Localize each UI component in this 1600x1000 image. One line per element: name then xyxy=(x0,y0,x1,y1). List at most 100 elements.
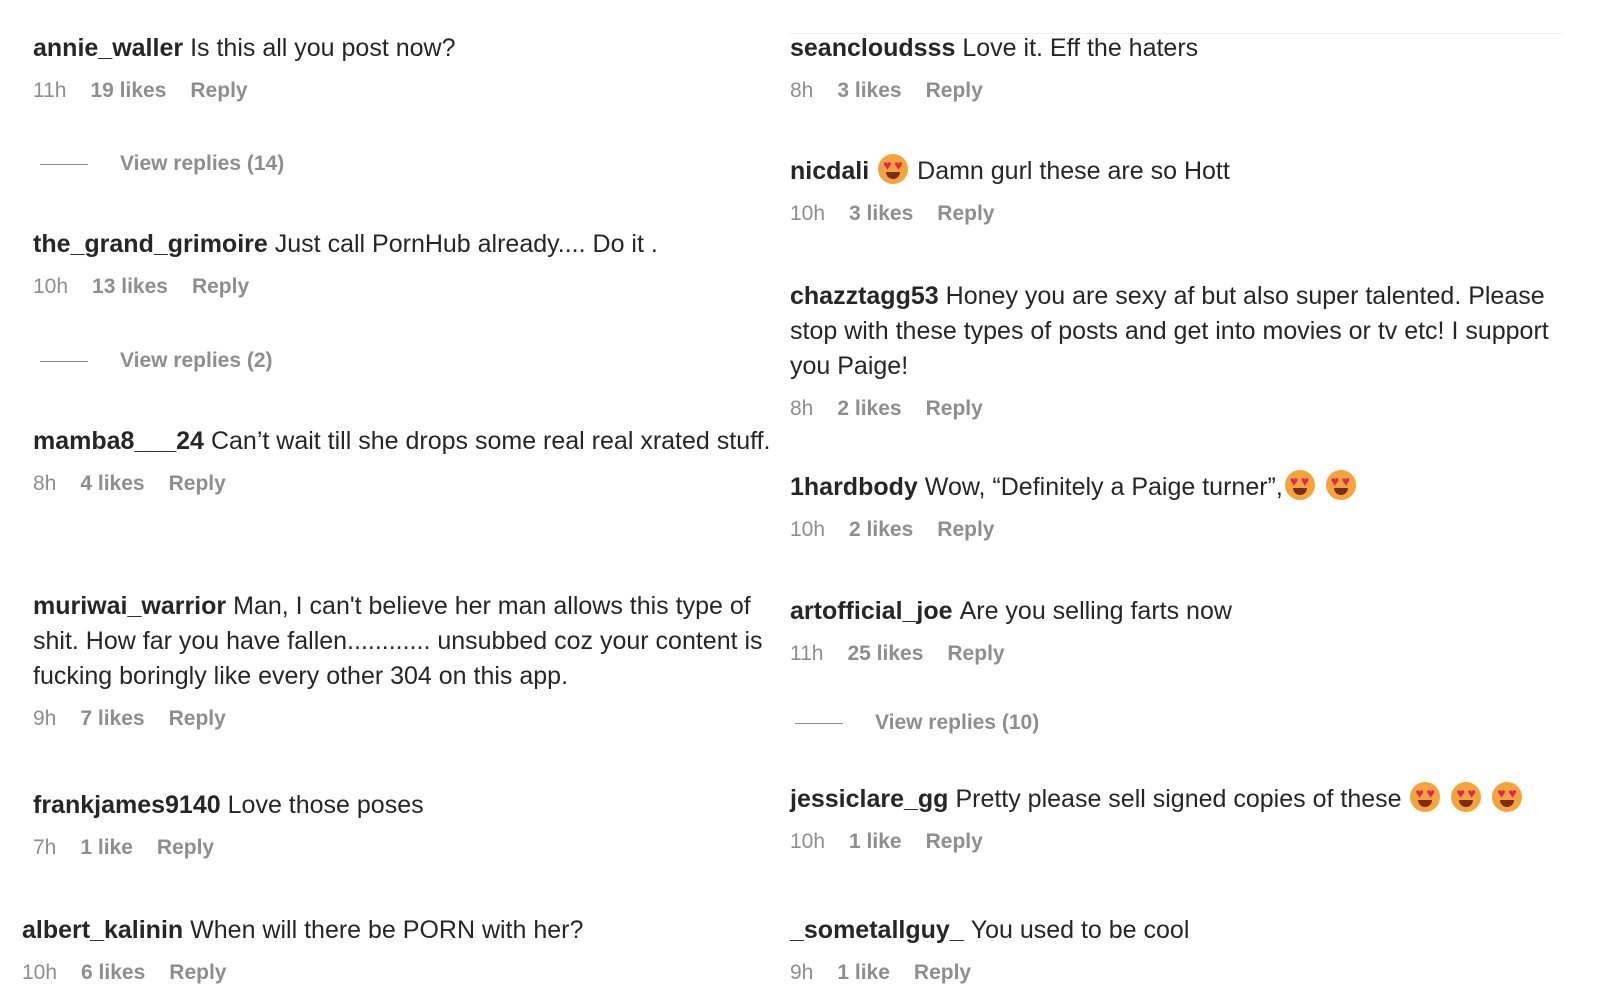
comment-text-block: albert_kalinin When will there be PORN wi… xyxy=(22,913,767,948)
reply-button[interactable]: Reply xyxy=(169,472,226,496)
comment-username[interactable]: muriwai_warrior xyxy=(33,592,226,620)
comment-time[interactable]: 7h xyxy=(33,836,56,860)
comment-username[interactable]: _sometallguy_ xyxy=(790,916,964,944)
comment-text-block: the_grand_grimoire Just call PornHub alre… xyxy=(33,227,778,262)
comment-username[interactable]: mamba8___24 xyxy=(33,427,204,455)
comment-meta: 10h 3 likes Reply xyxy=(790,202,1555,226)
replies-divider-line xyxy=(40,360,88,362)
comment-time[interactable]: 9h xyxy=(790,961,813,985)
comment-meta: 9h 1 like Reply xyxy=(790,961,1555,985)
comment-text-block: nicdali Damn gurl these are so Hott xyxy=(790,154,1555,189)
comment-likes[interactable]: 3 likes xyxy=(849,202,913,226)
comment-meta: 8h 2 likes Reply xyxy=(790,397,1555,421)
view-replies-button[interactable]: View replies (14) xyxy=(40,152,284,176)
comment-likes[interactable]: 13 likes xyxy=(92,275,168,299)
comment-body: Just call PornHub already.... Do it . xyxy=(274,230,658,258)
comment-time[interactable]: 9h xyxy=(33,707,56,731)
comment-username[interactable]: frankjames9140 xyxy=(33,791,221,819)
comment-body: Love it. Eff the haters xyxy=(962,34,1199,62)
comment-text-block: mamba8___24 Can’t wait till she drops som… xyxy=(33,424,778,459)
comment-likes[interactable]: 1 like xyxy=(849,830,902,854)
reply-button[interactable]: Reply xyxy=(926,830,983,854)
comment-likes[interactable]: 7 likes xyxy=(80,707,144,731)
heart-eyes-emoji-icon xyxy=(1410,782,1441,812)
comment-time[interactable]: 11h xyxy=(33,79,66,103)
reply-button[interactable]: Reply xyxy=(190,79,247,103)
comment-likes[interactable]: 2 likes xyxy=(849,518,913,542)
comment-item: frankjames9140 Love those poses 7h 1 like… xyxy=(33,788,778,860)
comment-likes[interactable]: 6 likes xyxy=(81,961,145,985)
view-replies-button[interactable]: View replies (10) xyxy=(795,711,1039,735)
comment-text-block: artofficial_joe Are you selling farts now xyxy=(790,594,1555,629)
reply-button[interactable]: Reply xyxy=(169,961,226,985)
comment-likes[interactable]: 4 likes xyxy=(80,472,144,496)
comment-body: Love those poses xyxy=(227,791,424,819)
comment-item: the_grand_grimoire Just call PornHub alre… xyxy=(33,227,778,299)
comment-text-block: seancloudsss Love it. Eff the haters xyxy=(790,31,1555,66)
comment-likes[interactable]: 1 like xyxy=(80,836,133,860)
comment-likes[interactable]: 19 likes xyxy=(90,79,166,103)
view-replies-label[interactable]: View replies (14) xyxy=(120,152,284,176)
reply-button[interactable]: Reply xyxy=(937,202,994,226)
comment-item: 1hardbody Wow, “Definitely a Paige turner… xyxy=(790,470,1555,542)
replies-divider-line xyxy=(795,722,843,724)
comment-body: When will there be PORN with her? xyxy=(190,916,584,944)
comment-time[interactable]: 10h xyxy=(790,830,825,854)
comment-body: Damn gurl these are so Hott xyxy=(917,157,1230,185)
view-replies-label[interactable]: View replies (10) xyxy=(875,711,1039,735)
comment-username[interactable]: annie_waller xyxy=(33,34,183,62)
comment-time[interactable]: 10h xyxy=(33,275,68,299)
comment-time[interactable]: 10h xyxy=(22,961,57,985)
comment-time[interactable]: 11h xyxy=(790,642,823,666)
comment-username[interactable]: nicdali xyxy=(790,157,869,185)
reply-button[interactable]: Reply xyxy=(926,397,983,421)
comment-username[interactable]: the_grand_grimoire xyxy=(33,230,268,258)
reply-button[interactable]: Reply xyxy=(914,961,971,985)
heart-eyes-emoji-icon xyxy=(1284,470,1315,500)
reply-button[interactable]: Reply xyxy=(947,642,1004,666)
comment-meta: 11h 19 likes Reply xyxy=(33,79,778,103)
comment-item: _sometallguy_ You used to be cool 9h 1 li… xyxy=(790,913,1555,985)
comment-username[interactable]: albert_kalinin xyxy=(22,916,183,944)
comment-item: muriwai_warrior Man, I can't believe her … xyxy=(33,589,785,731)
comment-likes[interactable]: 3 likes xyxy=(837,79,901,103)
heart-eyes-emoji-icon xyxy=(1325,470,1356,500)
comment-likes[interactable]: 25 likes xyxy=(847,642,923,666)
comment-time[interactable]: 10h xyxy=(790,202,825,226)
replies-divider-line xyxy=(40,163,88,165)
comment-item: mamba8___24 Can’t wait till she drops som… xyxy=(33,424,778,496)
comment-meta: 10h 1 like Reply xyxy=(790,830,1560,854)
comment-text-block: _sometallguy_ You used to be cool xyxy=(790,913,1555,948)
view-replies-button[interactable]: View replies (2) xyxy=(40,349,273,373)
comment-meta: 8h 4 likes Reply xyxy=(33,472,778,496)
comment-likes[interactable]: 2 likes xyxy=(837,397,901,421)
comment-item: seancloudsss Love it. Eff the haters 8h 3… xyxy=(790,31,1555,103)
comment-meta: 7h 1 like Reply xyxy=(33,836,778,860)
reply-button[interactable]: Reply xyxy=(926,79,983,103)
comment-body: You used to be cool xyxy=(970,916,1190,944)
comment-time[interactable]: 10h xyxy=(790,518,825,542)
comment-item: artofficial_joe Are you selling farts now… xyxy=(790,594,1555,666)
comment-username[interactable]: seancloudsss xyxy=(790,34,955,62)
reply-button[interactable]: Reply xyxy=(157,836,214,860)
comment-username[interactable]: jessiclare_gg xyxy=(790,785,948,813)
comment-meta: 10h 6 likes Reply xyxy=(22,961,767,985)
view-replies-label[interactable]: View replies (2) xyxy=(120,349,273,373)
reply-button[interactable]: Reply xyxy=(169,707,226,731)
comment-body: Wow, “Definitely a Paige turner”, xyxy=(924,473,1283,501)
reply-button[interactable]: Reply xyxy=(192,275,249,299)
comment-item: chazztagg53 Honey you are sexy af but als… xyxy=(790,279,1555,421)
reply-button[interactable]: Reply xyxy=(937,518,994,542)
comment-meta: 9h 7 likes Reply xyxy=(33,707,785,731)
comment-username[interactable]: artofficial_joe xyxy=(790,597,953,625)
comment-username[interactable]: chazztagg53 xyxy=(790,282,939,310)
comment-body: Is this all you post now? xyxy=(190,34,456,62)
comment-time[interactable]: 8h xyxy=(33,472,56,496)
comment-body: Are you selling farts now xyxy=(959,597,1232,625)
comment-text-block: muriwai_warrior Man, I can't believe her … xyxy=(33,589,785,694)
comment-time[interactable]: 8h xyxy=(790,397,813,421)
comment-likes[interactable]: 1 like xyxy=(837,961,890,985)
heart-eyes-emoji-icon xyxy=(1451,782,1482,812)
comment-time[interactable]: 8h xyxy=(790,79,813,103)
comment-username[interactable]: 1hardbody xyxy=(790,473,918,501)
